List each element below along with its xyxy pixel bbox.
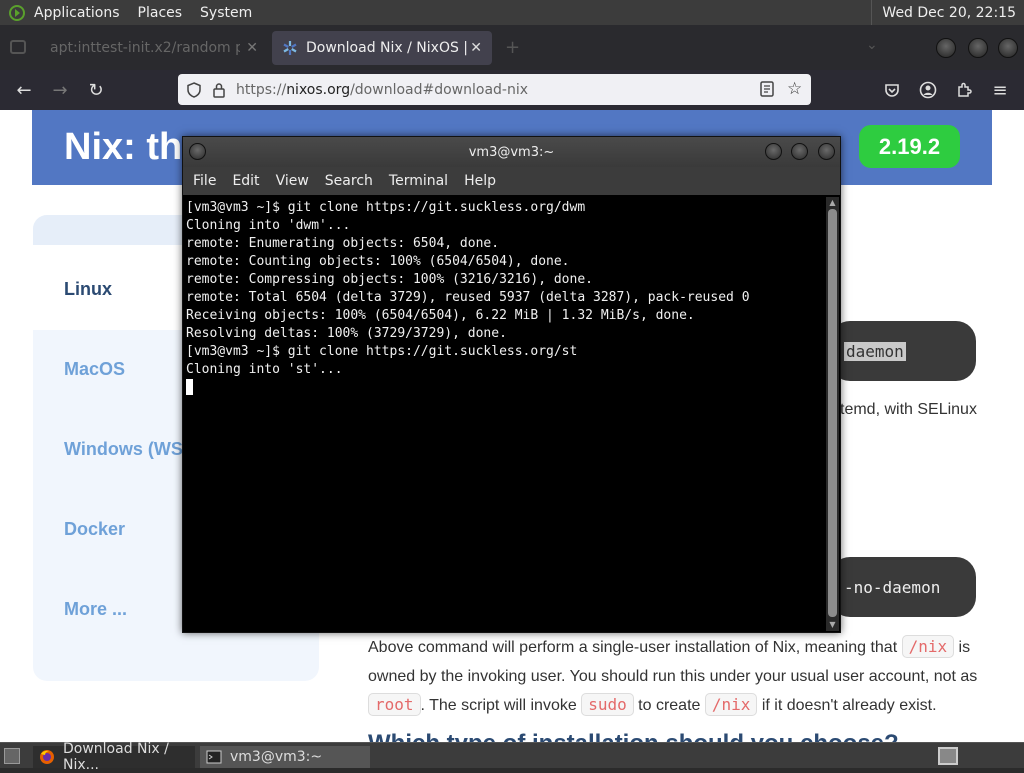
os-tab-docker[interactable]: Docker <box>64 519 125 540</box>
scroll-up-arrow-icon[interactable]: ▲ <box>827 198 838 208</box>
bookmark-star-icon[interactable]: ☆ <box>787 79 802 99</box>
tab-label: Download Nix / NixOS | Nix <box>306 40 470 56</box>
tab-close-icon[interactable]: ✕ <box>470 40 482 56</box>
terminal-line: remote: Enumerating objects: 6504, done. <box>186 236 500 251</box>
menu-help[interactable]: Help <box>464 173 496 189</box>
taskbar-item-label: vm3@vm3:~ <box>230 749 323 765</box>
terminal-title-bar[interactable]: vm3@vm3:~ <box>183 137 840 167</box>
forward-arrow-icon[interactable]: → <box>48 78 72 102</box>
tab-label: apt:inttest-init.x2/random p... <box>50 40 240 56</box>
menu-view[interactable]: View <box>276 173 309 189</box>
hamburger-menu-icon[interactable]: ≡ <box>988 78 1012 102</box>
terminal-scrollbar[interactable]: ▲ ▼ <box>826 197 839 631</box>
workspace-switcher[interactable] <box>938 747 958 765</box>
terminal-line: Cloning into 'dwm'... <box>186 218 351 233</box>
install-command-multi-user[interactable]: daemon <box>830 321 976 381</box>
url-host: nixos.org <box>286 81 351 98</box>
back-arrow-icon[interactable]: ← <box>12 78 36 102</box>
url-scheme: https:// <box>236 81 287 98</box>
browser-tab-bar: apt:inttest-init.x2/random p... ✕ Downlo… <box>0 25 1024 70</box>
os-tab-windows[interactable]: Windows (WSL <box>64 439 194 460</box>
page-title: Nix: th <box>64 126 183 168</box>
terminal-line: [vm3@vm3 ~]$ git clone https://git.suckl… <box>186 344 578 359</box>
browser-nav-bar: ← → ↻ https://nixos.org/download#downloa… <box>0 70 1024 110</box>
terminal-output[interactable]: [vm3@vm3 ~]$ git clone https://git.suckl… <box>186 199 822 629</box>
single-user-description: Above command will perform a single-user… <box>368 633 988 721</box>
terminal-line: Resolving deltas: 100% (3729/3729), done… <box>186 326 507 341</box>
os-tab-linux[interactable]: Linux <box>64 279 112 300</box>
code-text: daemon <box>844 341 906 361</box>
reload-icon[interactable]: ↻ <box>84 78 108 102</box>
terminal-line: remote: Total 6504 (delta 3729), reused … <box>186 290 750 305</box>
taskbar-item-label: Download Nix / Nix... <box>63 741 169 773</box>
body-text-fragment: temd, with SELinux <box>840 401 977 418</box>
paragraph-text: Above command will perform a single-user… <box>368 639 902 656</box>
menu-edit[interactable]: Edit <box>232 173 259 189</box>
taskbar-item-terminal[interactable]: vm3@vm3:~ <box>200 746 370 768</box>
reader-view-icon[interactable] <box>760 81 774 101</box>
minimize-window-icon[interactable] <box>936 38 956 58</box>
menu-applications[interactable]: Applications <box>34 5 120 21</box>
pocket-icon[interactable] <box>880 78 904 102</box>
inline-code: /nix <box>901 635 955 658</box>
account-icon[interactable] <box>916 78 940 102</box>
menu-terminal[interactable]: Terminal <box>389 173 448 189</box>
firefox-icon <box>39 749 55 765</box>
terminal-line: Receiving objects: 100% (6504/6504), 6.2… <box>186 308 695 323</box>
os-tab-more[interactable]: More ... <box>64 599 127 620</box>
scrollbar-thumb[interactable] <box>828 209 837 617</box>
show-desktop-icon[interactable] <box>4 748 20 764</box>
version-badge: 2.19.2 <box>859 125 960 168</box>
minimize-window-icon[interactable] <box>765 143 782 160</box>
inline-code: root <box>368 693 421 716</box>
terminal-title: vm3@vm3:~ <box>468 144 555 160</box>
inline-code: /nix <box>704 693 758 716</box>
nixos-favicon-icon <box>282 40 298 56</box>
paragraph-text: if it doesn't already exist. <box>757 697 937 714</box>
terminal-cursor <box>186 379 193 395</box>
tab-inactive[interactable]: apt:inttest-init.x2/random p... ✕ <box>40 31 268 65</box>
menu-file[interactable]: File <box>193 173 216 189</box>
applications-logo-icon[interactable] <box>8 4 26 22</box>
tab-active[interactable]: Download Nix / NixOS | Nix ✕ <box>272 31 492 65</box>
install-command-single-user[interactable]: -no-daemon <box>830 557 976 617</box>
url-path: /download#download-nix <box>350 81 529 98</box>
maximize-window-icon[interactable] <box>968 38 988 58</box>
os-tab-macos[interactable]: MacOS <box>64 359 125 380</box>
bottom-taskbar: Download Nix / Nix... vm3@vm3:~ <box>0 741 1024 773</box>
shield-icon[interactable] <box>186 81 202 98</box>
close-window-icon[interactable] <box>818 143 835 160</box>
menu-places[interactable]: Places <box>138 5 183 21</box>
terminal-icon <box>206 749 222 765</box>
code-text: -no-daemon <box>844 577 941 597</box>
maximize-window-icon[interactable] <box>791 143 808 160</box>
section-heading: Which type of installation should you ch… <box>368 730 899 742</box>
terminal-line: [vm3@vm3 ~]$ git clone https://git.suckl… <box>186 200 586 215</box>
extensions-icon[interactable] <box>952 78 976 102</box>
tab-close-icon[interactable]: ✕ <box>246 40 258 56</box>
terminal-line: remote: Compressing objects: 100% (3216/… <box>186 272 593 287</box>
terminal-menu-bar: File Edit View Search Terminal Help <box>183 167 840 195</box>
terminal-window[interactable]: vm3@vm3:~ File Edit View Search Terminal… <box>182 136 841 633</box>
terminal-line: Cloning into 'st'... <box>186 362 343 377</box>
tab-overview-icon[interactable] <box>10 40 26 54</box>
address-bar[interactable]: https://nixos.org/download#download-nix … <box>178 74 811 105</box>
lock-icon[interactable] <box>212 82 226 98</box>
taskbar-item-firefox[interactable]: Download Nix / Nix... <box>33 741 195 773</box>
new-tab-icon[interactable]: + <box>505 37 520 58</box>
terminal-line: remote: Counting objects: 100% (6504/650… <box>186 254 570 269</box>
menu-system[interactable]: System <box>200 5 252 21</box>
menu-search[interactable]: Search <box>325 173 373 189</box>
paragraph-text: to create <box>633 697 705 714</box>
inline-code: sudo <box>581 693 634 716</box>
paragraph-text: . The script will invoke <box>420 697 582 714</box>
scroll-down-arrow-icon[interactable]: ▼ <box>827 620 838 630</box>
top-panel: Applications Places System Wed Dec 20, 2… <box>0 0 1024 25</box>
close-window-icon[interactable] <box>998 38 1018 58</box>
window-menu-icon[interactable] <box>189 143 206 160</box>
clock[interactable]: Wed Dec 20, 22:15 <box>871 0 1024 25</box>
list-tabs-chevron-icon[interactable]: ⌄ <box>866 37 878 53</box>
url-text[interactable]: https://nixos.org/download#download-nix <box>236 82 528 98</box>
